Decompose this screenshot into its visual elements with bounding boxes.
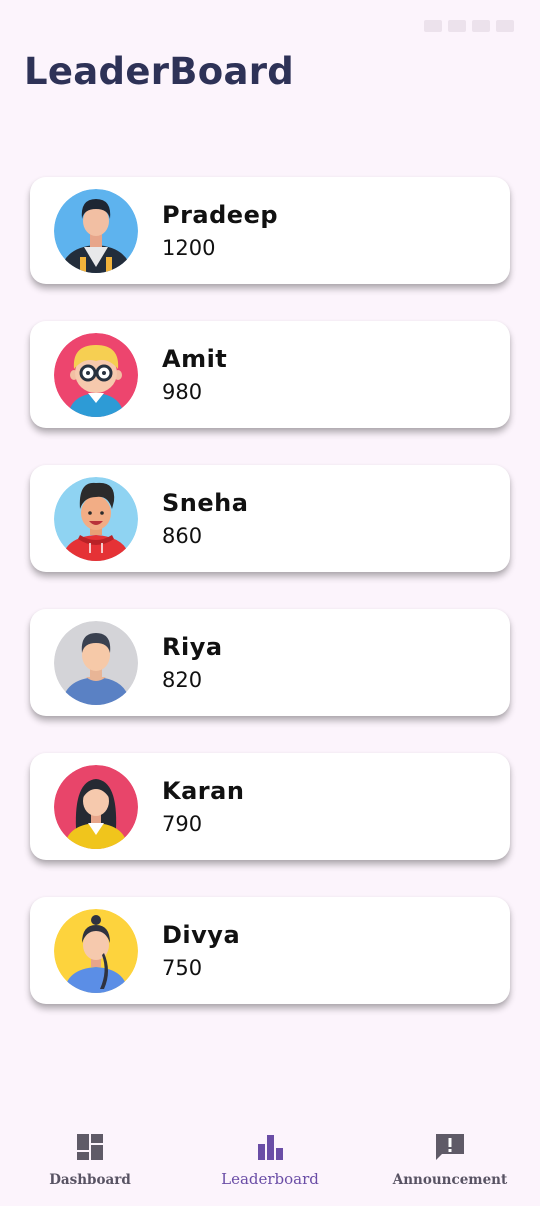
avatar bbox=[54, 765, 138, 849]
leaderboard-card[interactable]: Amit 980 bbox=[30, 321, 510, 428]
nav-announcement-label: Announcement bbox=[392, 1172, 508, 1188]
avatar bbox=[54, 333, 138, 417]
avatar bbox=[54, 477, 138, 561]
leaderboard-card[interactable]: Sneha 860 bbox=[30, 465, 510, 572]
status-icons bbox=[424, 20, 514, 32]
player-name: Karan bbox=[162, 777, 245, 805]
leaderboard-screen: LeaderBoard Pradeep 1200 Amit 980 Sneha … bbox=[0, 0, 540, 1206]
player-name: Pradeep bbox=[162, 201, 279, 229]
avatar bbox=[54, 909, 138, 993]
nav-dashboard-label: Dashboard bbox=[49, 1172, 131, 1188]
dashboard-icon bbox=[77, 1134, 103, 1160]
avatar bbox=[54, 189, 138, 273]
player-score: 750 bbox=[162, 956, 203, 980]
player-score: 980 bbox=[162, 380, 203, 404]
nav-leaderboard[interactable]: Leaderboard bbox=[190, 1132, 350, 1188]
leaderboard-card[interactable]: Divya 750 bbox=[30, 897, 510, 1004]
status-bar bbox=[0, 0, 540, 52]
page-title: LeaderBoard bbox=[24, 50, 295, 93]
player-score: 790 bbox=[162, 812, 203, 836]
player-name: Amit bbox=[162, 345, 228, 373]
avatar bbox=[54, 621, 138, 705]
leaderboard-card[interactable]: Karan 790 bbox=[30, 753, 510, 860]
player-name: Riya bbox=[162, 633, 223, 661]
nav-announcement[interactable]: Announcement bbox=[370, 1132, 530, 1188]
nav-leaderboard-label: Leaderboard bbox=[221, 1170, 319, 1188]
leaderboard-card[interactable]: Pradeep 1200 bbox=[30, 177, 510, 284]
leaderboard-icon bbox=[258, 1135, 283, 1160]
player-score: 820 bbox=[162, 668, 203, 692]
player-name: Divya bbox=[162, 921, 241, 949]
announcement-icon bbox=[436, 1134, 464, 1160]
leaderboard-list: Pradeep 1200 Amit 980 Sneha 860 Riya 820… bbox=[30, 177, 510, 1041]
player-score: 1200 bbox=[162, 236, 216, 260]
player-score: 860 bbox=[162, 524, 203, 548]
nav-dashboard[interactable]: Dashboard bbox=[10, 1132, 170, 1188]
player-name: Sneha bbox=[162, 489, 249, 517]
bottom-navigation: Dashboard Leaderboard Announcement bbox=[0, 1112, 540, 1206]
leaderboard-card[interactable]: Riya 820 bbox=[30, 609, 510, 716]
